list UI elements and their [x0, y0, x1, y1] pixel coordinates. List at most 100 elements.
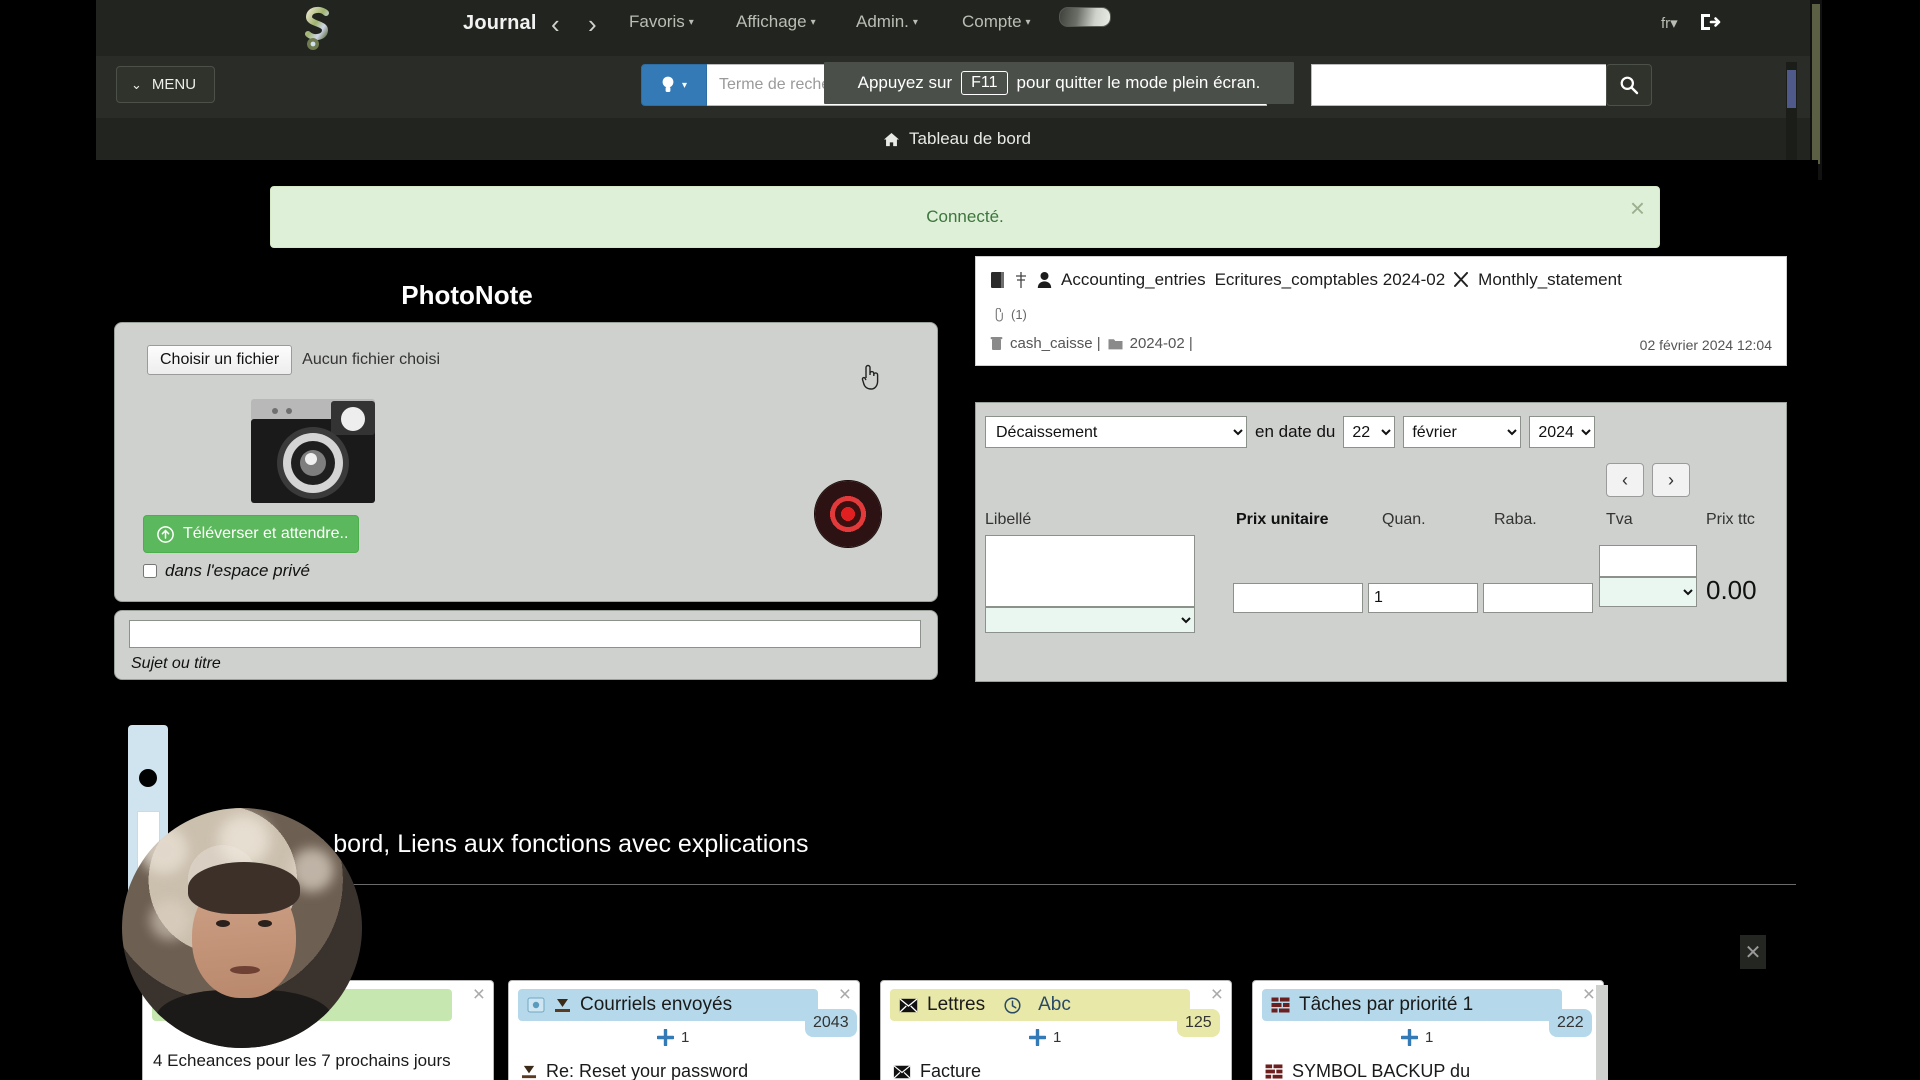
mail-icon — [521, 1064, 537, 1079]
photonote-title: PhotoNote — [347, 280, 587, 311]
presenter-eye-left — [216, 920, 230, 927]
close-icon[interactable]: × — [1630, 195, 1645, 221]
nav-item-admin[interactable]: Admin.▾ — [856, 12, 918, 32]
screen: Journal ‹ › Favoris▾ Affichage▾ Admin.▾ … — [0, 0, 1920, 1080]
card-add-row[interactable]: 1 — [1029, 1029, 1061, 1046]
pager-prev-button[interactable]: ‹ — [1606, 463, 1644, 497]
card-list-item-label: Facture — [920, 1061, 981, 1080]
menu-button-label: MENU — [152, 76, 196, 93]
book-icon — [990, 271, 1005, 289]
card-header[interactable]: Lettres Abc — [890, 989, 1190, 1021]
search-button[interactable] — [1606, 64, 1652, 106]
prix-unitaire-input[interactable] — [1233, 583, 1363, 613]
menu-button[interactable]: ⌄ MENU — [116, 66, 215, 103]
pager-next-button[interactable]: › — [1652, 463, 1690, 497]
close-icon[interactable]: × — [1583, 983, 1595, 1007]
day-select[interactable]: 22 — [1343, 416, 1395, 448]
mail-sent-icon — [554, 997, 571, 1013]
nav-item-compte[interactable]: Compte▾ — [962, 12, 1031, 32]
inner-scrollbar-thumb[interactable] — [1787, 70, 1796, 108]
language-selector[interactable]: fr▾ — [1661, 14, 1678, 32]
transaction-type-select[interactable]: Décaissement — [985, 416, 1247, 448]
card-add-count: 1 — [1425, 1029, 1433, 1046]
prix-ttc-value: 0.00 — [1706, 575, 1757, 606]
accounting-entry-card[interactable]: Accounting_entries Ecritures_comptables … — [975, 256, 1787, 366]
search-scope-dropdown[interactable]: ▾ — [641, 64, 707, 106]
card-scroll-strip[interactable] — [1596, 985, 1608, 1080]
private-space-checkbox[interactable] — [143, 564, 157, 578]
year-select[interactable]: 2024 — [1529, 416, 1595, 448]
close-icon[interactable]: × — [473, 983, 485, 1007]
en-date-du-label: en date du — [1255, 422, 1335, 442]
month-select[interactable]: février — [1403, 416, 1521, 448]
card-list-item-label: SYMBOL BACKUP du — [1292, 1061, 1470, 1080]
entry-tags-row: cash_caisse | 2024-02 | — [990, 335, 1193, 352]
tva-select[interactable] — [1599, 577, 1697, 607]
header-prix-unitaire: Prix unitaire — [1236, 511, 1328, 529]
card-badge: 222 — [1549, 1009, 1592, 1037]
card-list-item[interactable]: Re: Reset your password — [521, 1061, 748, 1080]
private-space-row[interactable]: dans l'espace privé — [143, 561, 310, 581]
nav-item-admin-label: Admin. — [856, 12, 909, 31]
list-icon — [1271, 997, 1290, 1013]
card-list-item[interactable]: Facture — [893, 1061, 981, 1080]
header-prix-ttc: Prix ttc — [1706, 511, 1755, 529]
card-add-row[interactable]: 1 — [1401, 1029, 1433, 1046]
close-icon[interactable]: × — [1211, 983, 1223, 1007]
choose-file-button[interactable]: Choisir un fichier — [147, 345, 292, 375]
inner-scrollbar[interactable] — [1786, 62, 1797, 172]
quantity-input[interactable] — [1368, 583, 1478, 613]
card-add-count: 1 — [1053, 1029, 1061, 1046]
window-scrollbar[interactable] — [1810, 0, 1822, 180]
breadcrumb[interactable]: Tableau de bord — [96, 118, 1818, 160]
card-header[interactable]: Tâches par priorité 1 — [1262, 989, 1562, 1021]
camera-icon — [249, 395, 407, 507]
logout-icon[interactable] — [1698, 10, 1722, 34]
envelope-icon — [899, 998, 918, 1013]
dashboard-card-courriels-envoyes[interactable]: Courriels envoyés 2043 × 1 Re: Reset you… — [508, 980, 860, 1080]
chevron-down-icon: ▾ — [811, 17, 816, 28]
entry-attachment-count: (1) — [1011, 307, 1027, 322]
nav-item-affichage[interactable]: Affichage▾ — [736, 12, 816, 32]
libelle-select[interactable] — [985, 607, 1195, 633]
header-raba: Raba. — [1494, 511, 1537, 529]
status-alert-message: Connecté. — [926, 207, 1004, 227]
page-title: Journal — [463, 12, 537, 35]
entry-title-2: Ecritures_comptables 2024-02 — [1215, 270, 1446, 290]
card-add-row[interactable]: 1 — [657, 1029, 689, 1046]
card-header[interactable]: Courriels envoyés — [518, 989, 818, 1021]
record-target-icon[interactable] — [815, 481, 881, 547]
status-pill[interactable] — [1059, 7, 1111, 27]
photonote-card: Choisir un fichier Aucun fichier choisi … — [114, 322, 938, 602]
dashboard-card-lettres[interactable]: Lettres Abc 125 × 1 Facture — [880, 980, 1232, 1080]
card-list-item[interactable]: SYMBOL BACKUP du — [1265, 1061, 1470, 1080]
card-badge: 2043 — [805, 1009, 857, 1037]
close-icon[interactable]: × — [839, 983, 851, 1007]
tva-input[interactable] — [1599, 545, 1697, 577]
dashboard-divider — [198, 884, 1796, 885]
subject-input[interactable] — [129, 620, 921, 648]
window-scrollbar-thumb[interactable] — [1812, 4, 1820, 164]
nav-forward-button[interactable]: › — [588, 8, 597, 40]
chevron-down-icon: ▾ — [1026, 17, 1031, 28]
presenter-eye-right — [258, 920, 272, 927]
close-icon[interactable]: ✕ — [1740, 935, 1766, 969]
nav-item-favoris[interactable]: Favoris▾ — [629, 12, 694, 32]
entry-tag-2: 2024-02 | — [1130, 335, 1193, 352]
plus-icon — [1029, 1029, 1046, 1046]
secondary-search-field[interactable] — [1311, 64, 1606, 106]
form-date-row: Décaissement en date du 22 février 2024 — [985, 416, 1595, 448]
upload-button[interactable]: Téléverser et attendre.. — [143, 515, 359, 553]
accounting-form: Décaissement en date du 22 février 2024 … — [975, 402, 1787, 682]
nav-back-button[interactable]: ‹ — [551, 8, 560, 40]
card-subtitle: 4 Echeances pour les 7 prochains jours — [153, 1051, 451, 1071]
webcam-overlay[interactable] — [122, 808, 362, 1048]
subject-label: Sujet ou titre — [131, 655, 221, 673]
libelle-textarea[interactable] — [985, 535, 1195, 607]
form-column-headers: Libellé Prix unitaire Quan. Raba. Tva Pr… — [976, 511, 1786, 533]
app-logo-icon[interactable] — [296, 4, 340, 52]
dashboard-card-taches-par-priorite[interactable]: Tâches par priorité 1 222 × 1 SYMBOL BAC… — [1252, 980, 1604, 1080]
app-chrome: Journal ‹ › Favoris▾ Affichage▾ Admin.▾ … — [96, 0, 1818, 160]
ruler-hole — [139, 769, 157, 787]
rabais-input[interactable] — [1483, 583, 1593, 613]
